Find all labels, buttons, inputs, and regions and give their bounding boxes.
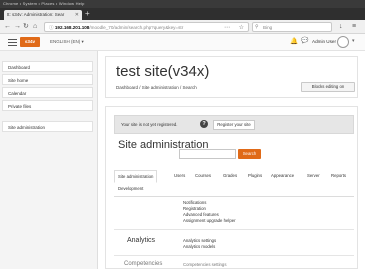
url-path: /moodle_70/admin/search.php?query&key=st… xyxy=(89,25,184,30)
drawer-item-calendar[interactable]: Calendar xyxy=(2,87,93,98)
link-analytics-settings[interactable]: Analytics settings xyxy=(183,238,216,243)
divider xyxy=(114,229,354,230)
new-tab-button[interactable]: + xyxy=(85,10,90,18)
magnifier-icon: ⚲ xyxy=(255,24,259,30)
link-analytics-models[interactable]: Analytics models xyxy=(183,244,215,249)
messages-icon[interactable]: 💬 xyxy=(301,37,308,44)
user-name[interactable]: Admin User xyxy=(312,39,336,44)
tab-server[interactable]: Server xyxy=(307,173,320,178)
link-notifications[interactable]: Notifications xyxy=(183,200,206,205)
tab-courses[interactable]: Courses xyxy=(195,173,211,178)
reload-icon[interactable]: ↻ xyxy=(23,23,29,31)
competencies-heading: Competencies xyxy=(124,261,163,267)
tab-site-administration[interactable]: Site administration xyxy=(114,170,158,183)
search-bar-placeholder: Bing xyxy=(263,25,273,30)
tab-development[interactable]: Development xyxy=(118,186,143,191)
tab-reports[interactable]: Reports xyxy=(331,173,346,178)
page-header: test site(v34x) Dashboard / Site adminis… xyxy=(105,56,358,98)
link-registration[interactable]: Registration xyxy=(183,206,206,211)
drawer-toggle-icon[interactable] xyxy=(8,39,17,46)
blocks-editing-button[interactable]: Blocks editing on xyxy=(301,82,355,92)
drawer-item-dashboard[interactable]: Dashboard xyxy=(2,61,93,72)
back-icon[interactable]: ← xyxy=(4,23,11,31)
divider xyxy=(114,255,354,256)
link-advanced-features[interactable]: Advanced features xyxy=(183,212,219,217)
register-site-button[interactable]: Register your site xyxy=(213,120,255,130)
bookmark-star-icon[interactable]: ☆ xyxy=(239,24,244,31)
browser-tab-title: tt: s34v: Administration: Sear xyxy=(7,12,65,17)
address-bar[interactable]: ⓘ 192.168.201.108/moodle_70/admin/search… xyxy=(44,22,249,32)
tab-grades[interactable]: Grades xyxy=(223,173,237,178)
site-brand[interactable]: s34v xyxy=(20,37,40,47)
analytics-heading: Analytics xyxy=(127,237,156,244)
drawer-item-site-home[interactable]: Site home xyxy=(2,74,93,85)
admin-search-input[interactable] xyxy=(179,149,236,159)
tab-plugins[interactable]: Plugins xyxy=(248,173,262,178)
os-menu: Chrome • System • Places • Window Help xyxy=(3,1,85,6)
home-icon[interactable]: ⌂ xyxy=(33,23,37,31)
breadcrumb[interactable]: Dashboard / Site administration / Search xyxy=(116,85,197,90)
close-tab-icon[interactable]: ✕ xyxy=(75,12,79,18)
menu-icon[interactable]: ≡ xyxy=(352,23,356,31)
nav-drawer: Dashboard Site home Calendar Private fil… xyxy=(0,51,98,269)
alert-message: Your site is not yet registered. xyxy=(121,122,178,127)
notifications-bell-icon[interactable]: 🔔 xyxy=(290,37,298,45)
page-title: test site(v34x) xyxy=(116,63,210,80)
main-card: Your site is not yet registered. ? Regis… xyxy=(105,106,358,269)
url-host: 192.168.201.108 xyxy=(54,25,90,30)
browser-toolbar: ← → ↻ ⌂ ⓘ 192.168.201.108/moodle_70/admi… xyxy=(0,20,365,34)
reader-icon[interactable]: ⋯ xyxy=(224,24,230,31)
downloads-icon[interactable]: ↓ xyxy=(339,23,343,31)
admin-tabs: Site administration Users Courses Grades… xyxy=(114,167,354,197)
os-titlebar: Chrome • System • Places • Window Help xyxy=(0,0,365,8)
drawer-item-site-administration[interactable]: Site administration xyxy=(2,121,93,132)
link-assignment-upgrade-helper[interactable]: Assignment upgrade helper xyxy=(183,218,236,223)
tab-users[interactable]: Users xyxy=(174,173,185,178)
tab-strip: tt: s34v: Administration: Sear ✕ + xyxy=(0,8,365,20)
link-competencies-settings[interactable]: Competencies settings xyxy=(183,262,226,267)
browser-tab[interactable]: tt: s34v: Administration: Sear ✕ xyxy=(4,10,82,20)
forward-icon[interactable]: → xyxy=(14,23,21,31)
moodle-navbar: s34v ENGLISH (EN) ▾ 🔔 💬 Admin User ▾ xyxy=(0,34,365,51)
help-icon[interactable]: ? xyxy=(200,120,208,128)
registration-alert: Your site is not yet registered. ? Regis… xyxy=(114,115,354,134)
admin-search-button[interactable]: Search xyxy=(238,149,261,159)
language-menu[interactable]: ENGLISH (EN) ▾ xyxy=(50,39,84,45)
avatar[interactable] xyxy=(337,36,349,48)
user-menu-caret-icon[interactable]: ▾ xyxy=(352,38,355,44)
drawer-item-private-files[interactable]: Private files xyxy=(2,100,93,111)
search-bar[interactable]: ⚲ Bing xyxy=(252,22,332,32)
tab-appearance[interactable]: Appearance xyxy=(271,173,294,178)
